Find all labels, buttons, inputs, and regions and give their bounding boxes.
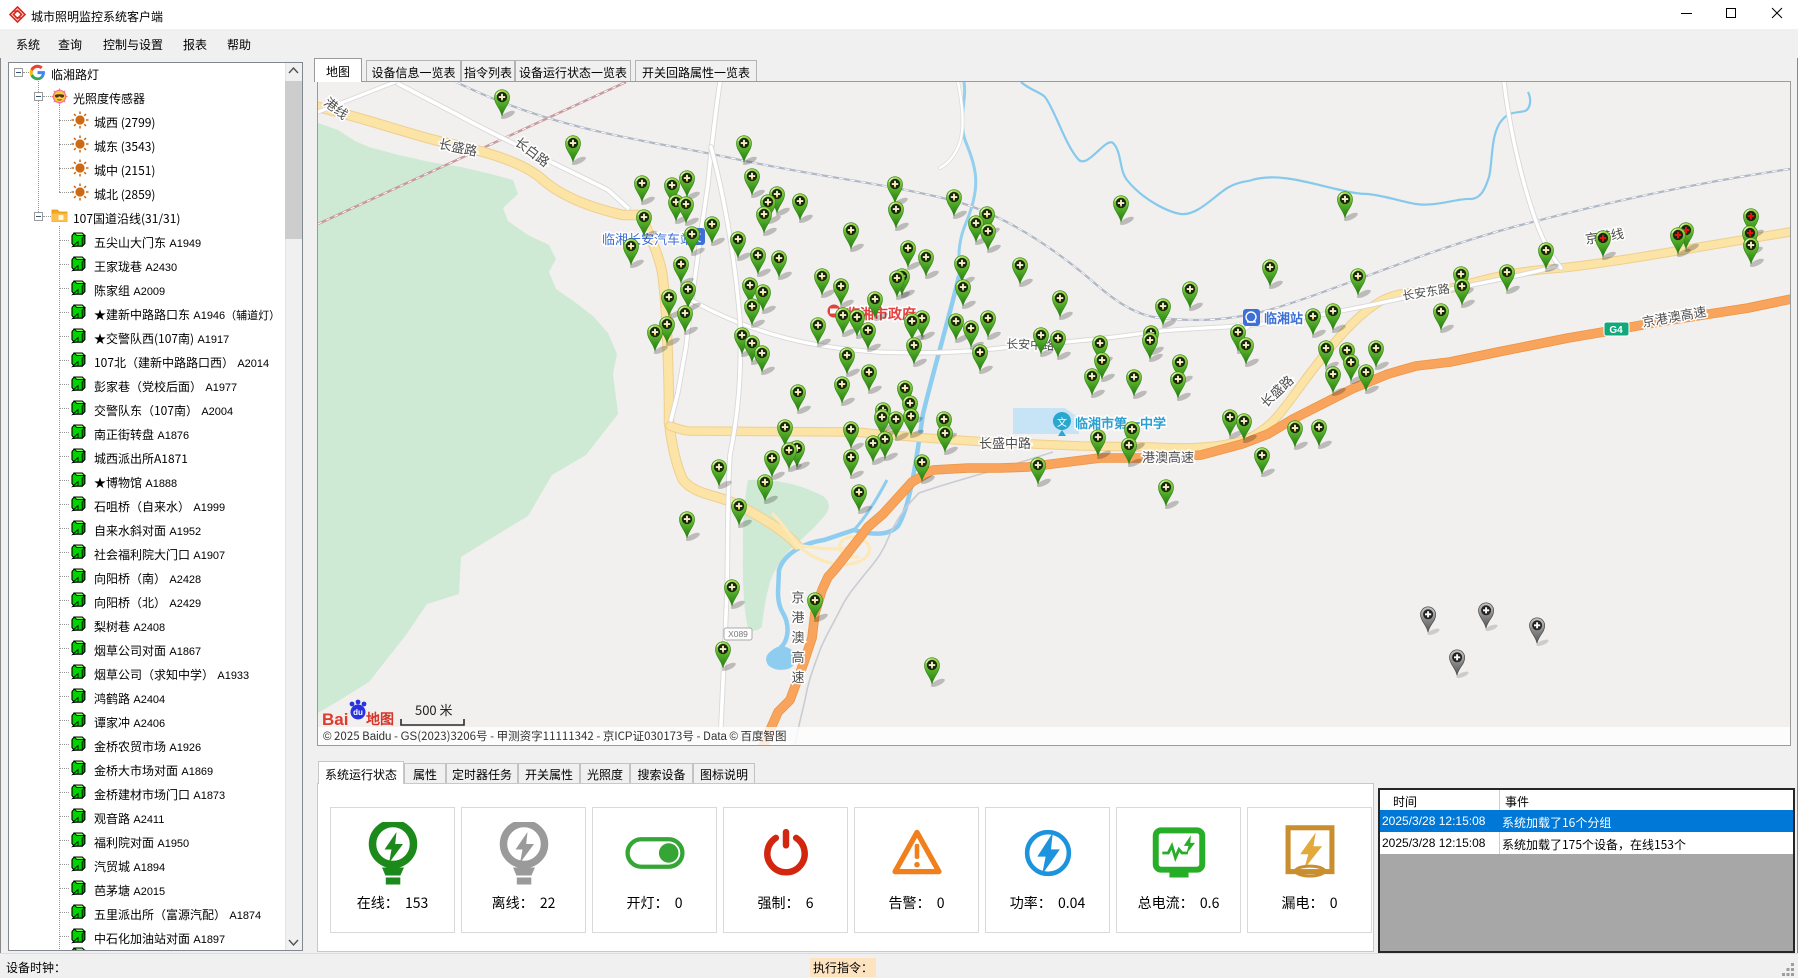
svg-text:长盛中路: 长盛中路 bbox=[979, 433, 1031, 452]
svg-text:© 2025 Baidu - GS(2023)3206号 -: © 2025 Baidu - GS(2023)3206号 - 甲测资字11111… bbox=[323, 728, 787, 744]
svg-text:临湘市第一中学: 临湘市第一中学 bbox=[1075, 413, 1166, 432]
svg-text:du: du bbox=[353, 708, 363, 717]
svg-text:G4: G4 bbox=[1609, 325, 1623, 336]
svg-text:X089: X089 bbox=[728, 629, 748, 639]
svg-text:临湘站: 临湘站 bbox=[1264, 308, 1303, 327]
svg-text:Bai: Bai bbox=[322, 710, 348, 729]
svg-text:500 米: 500 米 bbox=[415, 700, 453, 719]
svg-text:文: 文 bbox=[1057, 414, 1067, 429]
svg-text:京港澳高速: 京港澳高速 bbox=[789, 587, 808, 687]
svg-text:港澳高速: 港澳高速 bbox=[1142, 447, 1194, 466]
svg-text:地图: 地图 bbox=[366, 709, 394, 729]
